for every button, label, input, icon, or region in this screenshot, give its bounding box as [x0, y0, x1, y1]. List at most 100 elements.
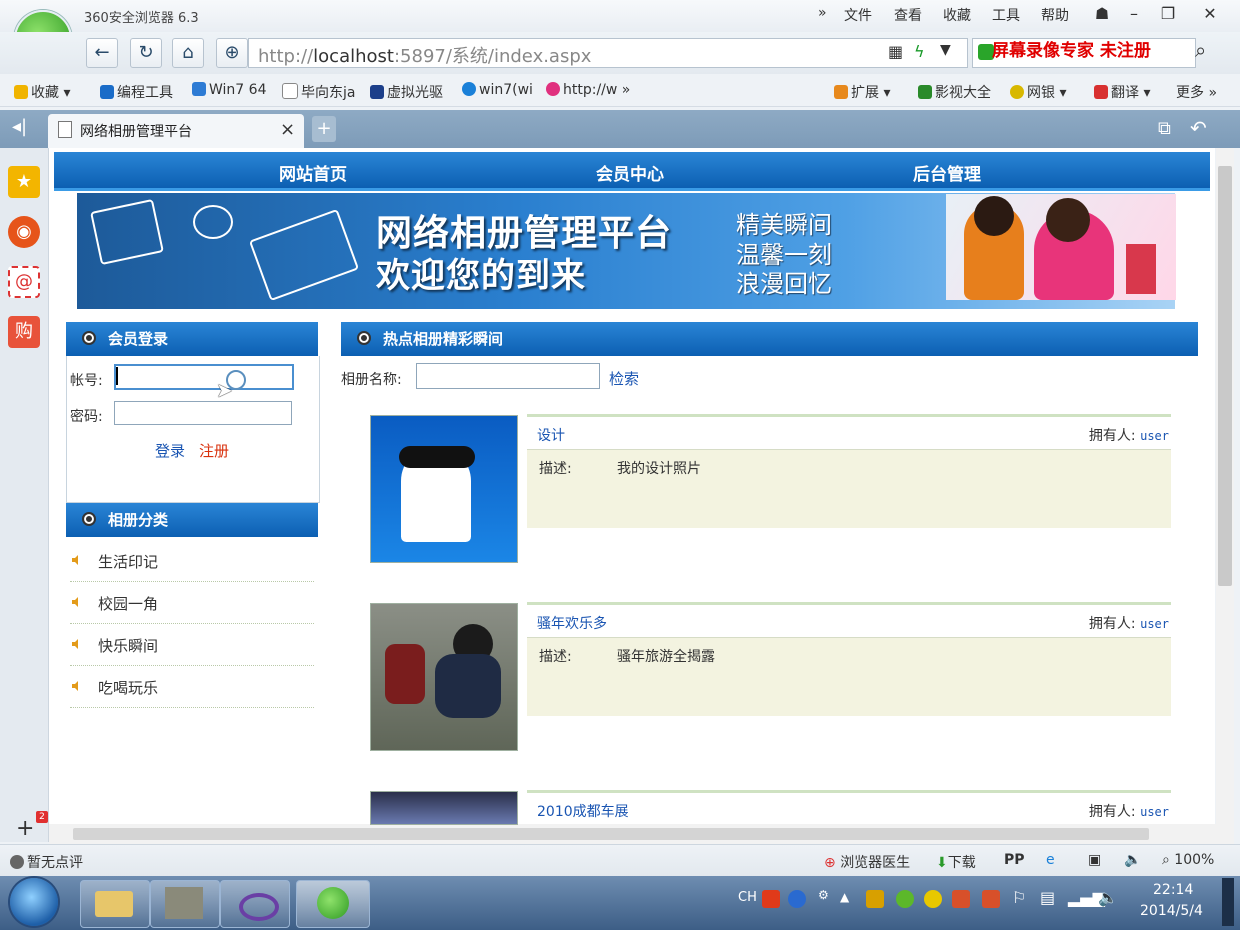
bookmark-item[interactable]: Win7 64: [192, 82, 266, 98]
ie-icon[interactable]: e: [1046, 852, 1055, 868]
weibo-icon[interactable]: ◉: [8, 216, 40, 248]
mouse-pointer-icon: ➤: [216, 378, 233, 402]
security-icon[interactable]: [866, 890, 884, 908]
bookmark-item[interactable]: 虚拟光驱: [370, 82, 443, 102]
extensions-button[interactable]: 扩展 ▾: [834, 82, 890, 102]
new-tab-button[interactable]: +: [312, 116, 336, 142]
translate-icon: [1094, 85, 1108, 99]
restore-button[interactable]: ❐: [1156, 3, 1180, 25]
speed-mode-icon[interactable]: ϟ: [914, 42, 925, 61]
nav-member-center[interactable]: 会员中心: [596, 160, 664, 185]
language-indicator[interactable]: CH: [738, 890, 757, 905]
close-window-button[interactable]: ✕: [1198, 3, 1222, 25]
more-menu-icon[interactable]: »: [818, 5, 827, 21]
category-item[interactable]: 校园一角: [70, 583, 314, 624]
clock-time[interactable]: 22:14: [1153, 882, 1193, 898]
volume-icon[interactable]: 🔈: [1124, 852, 1141, 868]
clock-date[interactable]: 2014/5/4: [1140, 903, 1203, 919]
window-icon[interactable]: ▣: [1088, 852, 1101, 868]
refresh-button[interactable]: ↻: [130, 38, 162, 68]
undo-close-icon[interactable]: ↶: [1190, 116, 1207, 140]
account-input[interactable]: [114, 364, 294, 390]
horizontal-scrollbar[interactable]: [49, 824, 1234, 844]
browser-doctor-button[interactable]: ⊕ 浏览器医生: [824, 852, 910, 872]
tray-expand-icon[interactable]: ▲: [840, 890, 849, 904]
album-title[interactable]: 设计: [537, 425, 565, 445]
star-icon[interactable]: ★: [8, 166, 40, 198]
bookmark-item[interactable]: 毕向东ja: [282, 82, 355, 102]
download-button[interactable]: ⬇下载: [936, 852, 976, 872]
help-icon[interactable]: [788, 890, 806, 908]
translate-button[interactable]: 翻译 ▾: [1094, 82, 1150, 102]
tab-close-icon[interactable]: ×: [280, 119, 295, 140]
taskbar-browser-icon[interactable]: [296, 880, 370, 928]
volume-icon[interactable]: 🔈: [1098, 888, 1118, 907]
category-item[interactable]: 吃喝玩乐: [70, 667, 314, 708]
vertical-scrollbar[interactable]: [1216, 148, 1234, 824]
device-icon[interactable]: ▤: [1040, 888, 1055, 907]
restore-tabs-icon[interactable]: ⧉: [1158, 118, 1171, 139]
nav-admin[interactable]: 后台管理: [913, 160, 981, 185]
flag-icon[interactable]: ⚐: [1012, 888, 1026, 907]
mail-icon[interactable]: @: [8, 266, 40, 298]
menu-favorites[interactable]: 收藏: [943, 5, 971, 25]
album-search-input[interactable]: [416, 363, 600, 389]
password-input[interactable]: [114, 401, 292, 425]
album-search-button[interactable]: 检索: [609, 368, 639, 389]
category-item[interactable]: 快乐瞬间: [70, 625, 314, 666]
address-dropdown-icon[interactable]: ▼: [940, 42, 951, 58]
menu-tools[interactable]: 工具: [992, 5, 1020, 25]
shield-icon[interactable]: ⊕: [216, 38, 248, 68]
bookmark-favorites[interactable]: 收藏 ▾: [14, 82, 70, 102]
back-button[interactable]: ←: [86, 38, 118, 68]
bookmark-item[interactable]: 编程工具: [100, 82, 173, 102]
start-button[interactable]: [10, 878, 58, 926]
menu-view[interactable]: 查看: [894, 5, 922, 25]
more-button[interactable]: 更多 »: [1176, 82, 1217, 102]
sogou-icon[interactable]: [762, 890, 780, 908]
album-thumbnail[interactable]: [370, 791, 518, 825]
shopping-icon[interactable]: 购: [8, 316, 40, 348]
menu-help[interactable]: 帮助: [1041, 5, 1069, 25]
sidebar-toggle-icon[interactable]: ◂|: [12, 116, 27, 137]
gift-decoration: [90, 198, 164, 266]
nav-home[interactable]: 网站首页: [279, 160, 347, 185]
taskbar-explorer-icon[interactable]: [80, 880, 150, 928]
qq-icon[interactable]: [982, 890, 1000, 908]
menu-file[interactable]: 文件: [844, 5, 872, 25]
bullet-icon: [82, 512, 96, 526]
bookmark-item[interactable]: http://w »: [546, 82, 630, 98]
ebank-icon: [1010, 85, 1024, 99]
taskbar-visual-studio-icon[interactable]: [220, 880, 290, 928]
shield-icon[interactable]: [896, 890, 914, 908]
qrcode-icon[interactable]: ▦: [888, 42, 903, 61]
home-button[interactable]: ⌂: [172, 38, 204, 68]
banner-subtitle: 欢迎您的到来: [376, 256, 586, 296]
show-desktop-button[interactable]: [1222, 878, 1234, 926]
taskbar-media-icon[interactable]: [150, 880, 220, 928]
album-thumbnail[interactable]: [370, 603, 518, 751]
qq-icon[interactable]: [952, 890, 970, 908]
bookmark-item[interactable]: win7(wi: [462, 82, 533, 98]
album-thumbnail[interactable]: [370, 415, 518, 563]
login-link[interactable]: 登录: [155, 440, 185, 461]
skin-icon[interactable]: ☗: [1090, 3, 1114, 25]
add-sidebar-icon[interactable]: +: [16, 816, 34, 841]
album-title[interactable]: 骚年欢乐多: [537, 613, 607, 633]
album-title[interactable]: 2010成都车展: [537, 801, 629, 821]
minimize-button[interactable]: –: [1122, 3, 1146, 25]
review-status[interactable]: 暂无点评: [10, 852, 83, 872]
video-button[interactable]: 影视大全: [918, 82, 991, 102]
comment-icon: [10, 855, 24, 869]
register-link[interactable]: 注册: [199, 440, 229, 461]
album-owner: 拥有人: user: [1088, 616, 1169, 632]
settings-icon[interactable]: ⚙: [818, 888, 829, 902]
album-owner: 拥有人: user: [1088, 428, 1169, 444]
bookmark-icon: [546, 82, 560, 96]
zoom-control[interactable]: ⌕ 100%: [1162, 852, 1214, 868]
search-icon[interactable]: ⌕: [1195, 38, 1206, 62]
plus-icon[interactable]: [924, 890, 942, 908]
compat-mode-icon[interactable]: PP: [1004, 852, 1025, 868]
category-item[interactable]: 生活印记: [70, 541, 314, 582]
ebank-button[interactable]: 网银 ▾: [1010, 82, 1066, 102]
